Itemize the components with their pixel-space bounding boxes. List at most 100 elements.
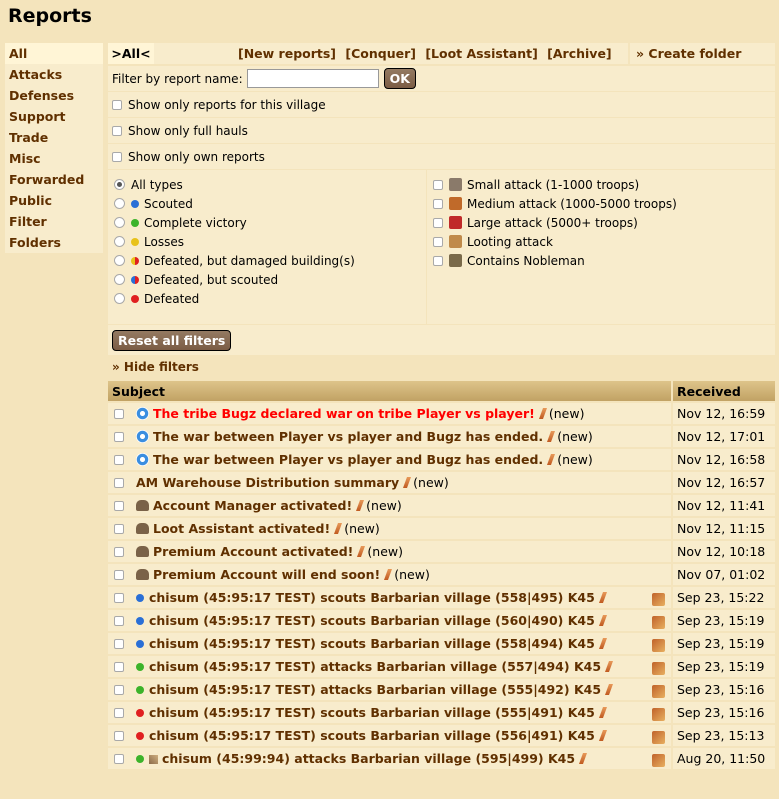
rename-pencil-icon[interactable] (357, 546, 366, 557)
sidebar-item-defenses[interactable]: Defenses (5, 85, 103, 106)
report-title-link[interactable]: chisum (45:95:17 TEST) attacks Barbarian… (149, 682, 601, 697)
table-row[interactable]: chisum (45:95:17 TEST) scouts Barbarian … (108, 702, 775, 723)
report-title-link[interactable]: The tribe Bugz declared war on tribe Pla… (153, 406, 535, 421)
loot-assistant-link[interactable]: [Loot Assistant] (425, 46, 537, 61)
report-title-link[interactable]: The war between Player vs player and Bug… (153, 452, 543, 467)
report-title-link[interactable]: chisum (45:95:17 TEST) scouts Barbarian … (149, 728, 595, 743)
archive-link[interactable]: [Archive] (547, 46, 611, 61)
village-icon[interactable] (652, 753, 665, 767)
hide-filters-link[interactable]: » Hide filters (108, 356, 775, 377)
table-row[interactable]: chisum (45:95:17 TEST) attacks Barbarian… (108, 656, 775, 677)
report-title-link[interactable]: Premium Account will end soon! (153, 567, 380, 582)
sidebar-item-attacks[interactable]: Attacks (5, 64, 103, 85)
sidebar-item-filter[interactable]: Filter (5, 211, 103, 232)
report-title-link[interactable]: Loot Assistant activated! (153, 521, 330, 536)
village-only-checkbox[interactable] (112, 99, 122, 110)
table-row[interactable]: chisum (45:95:17 TEST) attacks Barbarian… (108, 679, 775, 700)
conquer-link[interactable]: [Conquer] (345, 46, 416, 61)
sidebar-item-support[interactable]: Support (5, 106, 103, 127)
type-radio[interactable] (114, 274, 125, 285)
row-checkbox[interactable] (114, 547, 124, 557)
sidebar-item-trade[interactable]: Trade (5, 127, 103, 148)
table-row[interactable]: The tribe Bugz declared war on tribe Pla… (108, 403, 775, 424)
type-radio[interactable] (114, 293, 125, 304)
own-reports-checkbox[interactable] (112, 151, 122, 162)
rename-pencil-icon[interactable] (384, 569, 393, 580)
sidebar-item-forwarded[interactable]: Forwarded (5, 169, 103, 190)
report-title-link[interactable]: chisum (45:95:17 TEST) attacks Barbarian… (149, 659, 601, 674)
row-checkbox[interactable] (114, 615, 124, 626)
row-checkbox[interactable] (114, 432, 124, 442)
rename-pencil-icon[interactable] (598, 591, 607, 603)
attack-size-checkbox[interactable] (433, 198, 443, 209)
sidebar-item-misc[interactable]: Misc (5, 148, 103, 169)
report-title-link[interactable]: chisum (45:95:17 TEST) scouts Barbarian … (149, 613, 595, 628)
rename-pencil-icon[interactable] (356, 500, 365, 511)
type-radio[interactable] (114, 255, 125, 266)
rename-pencil-icon[interactable] (605, 660, 614, 672)
subject-header[interactable]: Subject (108, 381, 671, 401)
rename-pencil-icon[interactable] (334, 523, 343, 534)
sidebar-item-all[interactable]: All (5, 43, 103, 64)
village-icon[interactable] (652, 661, 665, 675)
rename-pencil-icon[interactable] (538, 408, 547, 419)
report-title-link[interactable]: AM Warehouse Distribution summary (136, 475, 399, 490)
row-checkbox[interactable] (114, 478, 124, 488)
table-row[interactable]: Loot Assistant activated! (new) Nov 12, 11… (108, 518, 775, 539)
row-checkbox[interactable] (114, 409, 124, 419)
table-row[interactable]: chisum (45:95:17 TEST) scouts Barbarian … (108, 633, 775, 654)
table-row[interactable]: The war between Player vs player and Bug… (108, 426, 775, 447)
village-icon[interactable] (652, 638, 665, 652)
row-checkbox[interactable] (114, 753, 124, 764)
attack-size-checkbox[interactable] (433, 179, 443, 190)
rename-pencil-icon[interactable] (598, 729, 607, 741)
village-icon[interactable] (652, 684, 665, 698)
attack-size-checkbox[interactable] (433, 217, 443, 228)
new-reports-link[interactable]: [New reports] (238, 46, 336, 61)
table-row[interactable]: Premium Account activated! (new) Nov 12, 1… (108, 541, 775, 562)
rename-pencil-icon[interactable] (598, 706, 607, 718)
table-row[interactable]: chisum (45:95:17 TEST) scouts Barbarian … (108, 610, 775, 631)
type-radio[interactable] (114, 198, 125, 209)
village-icon[interactable] (652, 592, 665, 606)
rename-pencil-icon[interactable] (598, 637, 607, 649)
report-title-link[interactable]: chisum (45:95:17 TEST) scouts Barbarian … (149, 636, 595, 651)
attack-size-checkbox[interactable] (433, 255, 443, 266)
reset-filters-button[interactable]: Reset all filters (112, 329, 232, 351)
type-radio[interactable] (114, 236, 125, 247)
table-row[interactable]: Account Manager activated! (new) Nov 12, 1… (108, 495, 775, 516)
table-row[interactable]: AM Warehouse Distribution summary (new) No… (108, 472, 775, 493)
rename-pencil-icon[interactable] (547, 431, 556, 442)
rename-pencil-icon[interactable] (547, 454, 556, 465)
rename-pencil-icon[interactable] (605, 683, 614, 695)
row-checkbox[interactable] (114, 524, 124, 534)
row-checkbox[interactable] (114, 638, 124, 649)
table-row[interactable]: chisum (45:95:17 TEST) scouts Barbarian … (108, 587, 775, 608)
sidebar-item-public[interactable]: Public (5, 190, 103, 211)
row-checkbox[interactable] (114, 661, 124, 672)
create-folder-link[interactable]: » Create folder (628, 43, 775, 64)
full-hauls-checkbox[interactable] (112, 125, 122, 136)
rename-pencil-icon[interactable] (579, 752, 588, 764)
village-icon[interactable] (652, 730, 665, 744)
report-title-link[interactable]: chisum (45:95:17 TEST) scouts Barbarian … (149, 590, 595, 605)
row-checkbox[interactable] (114, 501, 124, 511)
report-title-link[interactable]: chisum (45:99:94) attacks Barbarian vill… (162, 751, 575, 766)
sidebar-item-folders[interactable]: Folders (5, 232, 103, 253)
table-row[interactable]: Premium Account will end soon! (new) Nov 0… (108, 564, 775, 585)
table-row[interactable]: chisum (45:95:17 TEST) scouts Barbarian … (108, 725, 775, 746)
ok-button[interactable]: OK (383, 68, 416, 89)
rename-pencil-icon[interactable] (403, 477, 412, 488)
row-checkbox[interactable] (114, 455, 124, 465)
table-row[interactable]: chisum (45:99:94) attacks Barbarian vill… (108, 748, 775, 769)
table-row[interactable]: The war between Player vs player and Bug… (108, 449, 775, 470)
row-checkbox[interactable] (114, 570, 124, 580)
type-radio[interactable] (114, 179, 125, 190)
attack-size-checkbox[interactable] (433, 236, 443, 247)
row-checkbox[interactable] (114, 684, 124, 695)
report-title-link[interactable]: Account Manager activated! (153, 498, 352, 513)
folder-all-tab[interactable]: >All< (108, 43, 154, 64)
rename-pencil-icon[interactable] (598, 614, 607, 626)
received-header[interactable]: Received (671, 381, 775, 401)
row-checkbox[interactable] (114, 592, 124, 603)
